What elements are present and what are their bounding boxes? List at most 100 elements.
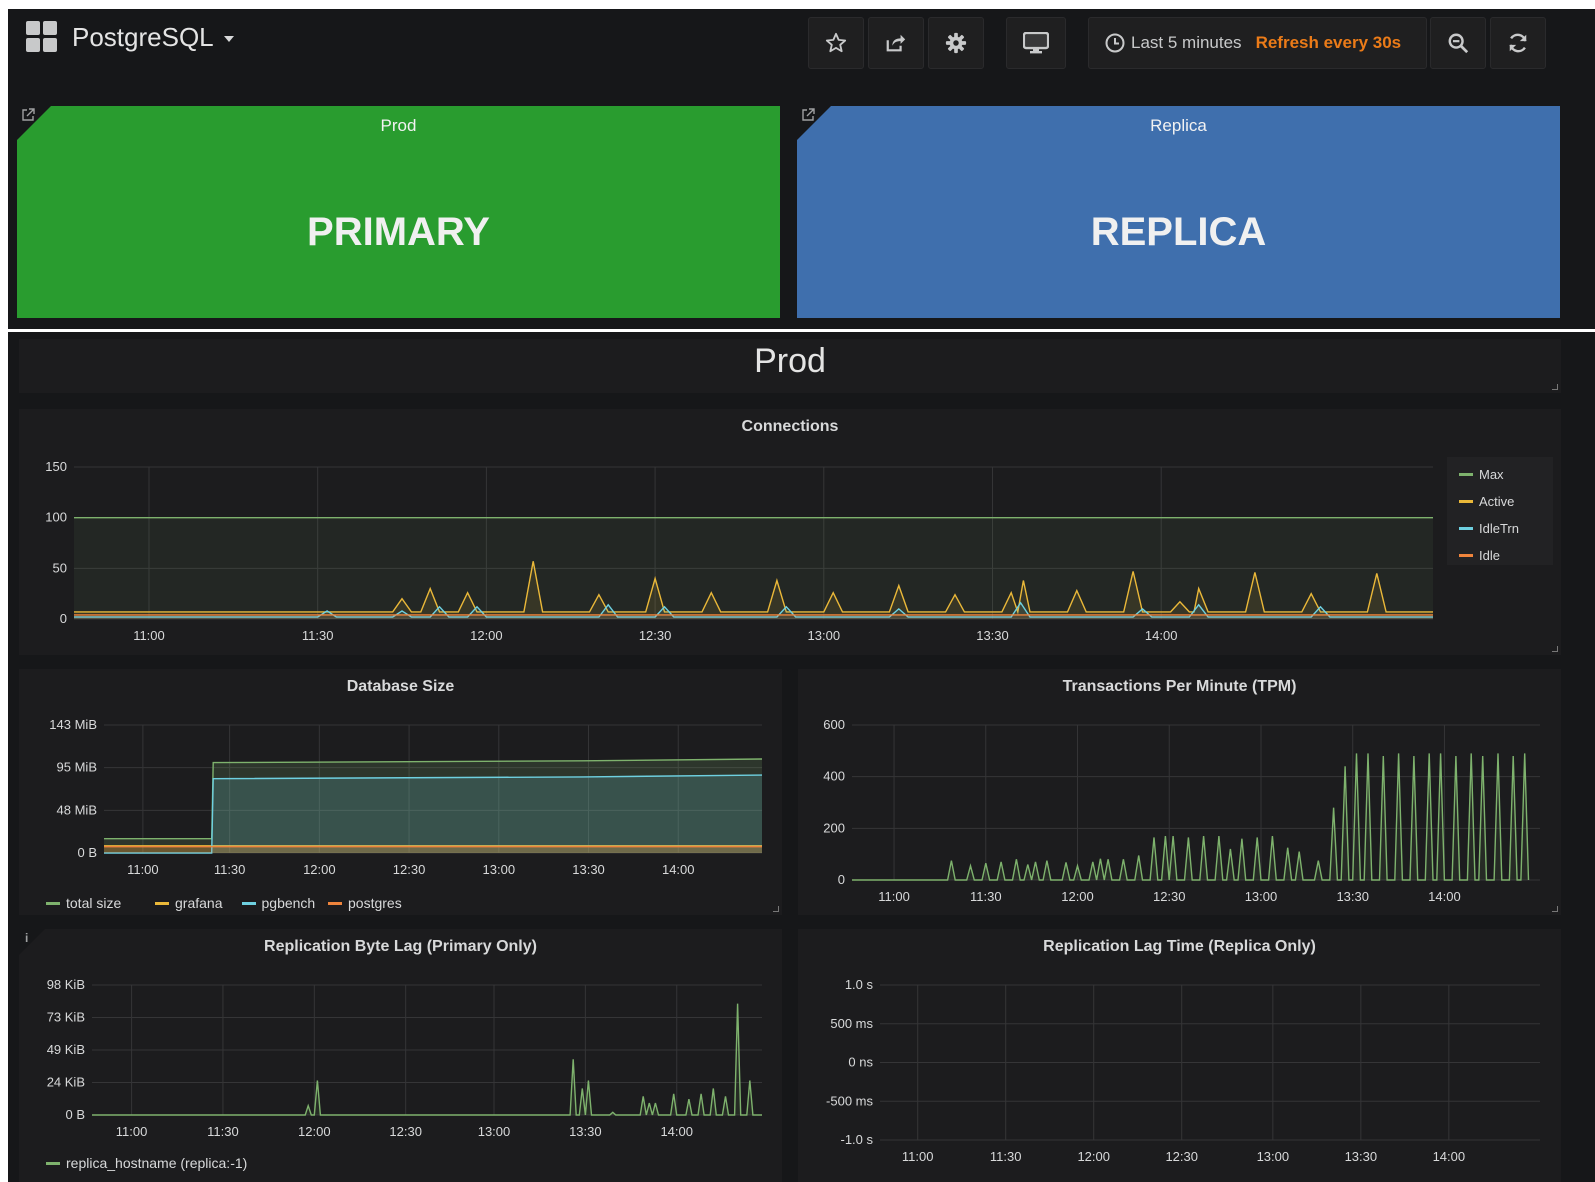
refresh-button[interactable] xyxy=(1490,17,1546,69)
panel-connections[interactable]: Connections 0 50 100 150 11:00 11:30 12:00 12:3… xyxy=(19,409,1561,655)
navbar: PostgreSQL Last 5 minutes Refresh every … xyxy=(8,9,1595,87)
x-tick-label: 13:30 xyxy=(1345,1149,1378,1164)
y-tick-label: 150 xyxy=(45,459,67,474)
x-tick-label: 11:00 xyxy=(116,1124,148,1139)
legend: Max Active IdleTrn Idle xyxy=(1447,457,1553,565)
x-tick-label: 13:00 xyxy=(808,628,841,643)
series-area xyxy=(74,517,1433,619)
legend-item[interactable]: Max xyxy=(1459,467,1504,482)
legend-item[interactable]: IdleTrn xyxy=(1459,521,1519,536)
monitor-icon xyxy=(1023,32,1049,54)
y-tick-label: 0 ns xyxy=(848,1055,873,1070)
y-tick-label: 143 MiB xyxy=(49,717,97,732)
x-tick-label: 14:00 xyxy=(662,862,695,877)
stat-panel-replica[interactable]: Replica REPLICA xyxy=(797,106,1560,318)
zoom-out-button[interactable] xyxy=(1430,17,1486,69)
legend-label: total size xyxy=(66,895,122,911)
series-area xyxy=(92,1003,762,1115)
series-line xyxy=(92,1003,762,1116)
y-tick-label: 400 xyxy=(823,769,845,784)
y-tick-label: 73 KiB xyxy=(47,1010,85,1025)
replication-lag-time-chart: -1.0 s -500 ms 0 ns 500 ms 1.0 s 11:00 11:30 12… xyxy=(826,977,1540,1164)
x-tick-label: 13:00 xyxy=(478,1124,511,1139)
database-size-chart: 0 B 48 MiB 95 MiB 143 MiB 11:00 11:30 12:00 12:… xyxy=(49,717,763,877)
dashboard-title: PostgreSQL xyxy=(72,21,214,52)
x-tick-label: 14:00 xyxy=(1433,1149,1466,1164)
x-tick-label: 12:00 xyxy=(303,862,336,877)
dashboard-picker[interactable]: PostgreSQL xyxy=(26,21,234,53)
legend-item[interactable]: grafana xyxy=(155,895,222,911)
x-tick-label: 12:00 xyxy=(1077,1149,1110,1164)
resize-handle[interactable] xyxy=(773,906,779,912)
panel-tpm[interactable]: Transactions Per Minute (TPM) 0 200 400 600… xyxy=(798,669,1561,915)
x-tick-label: 12:30 xyxy=(1153,889,1186,904)
tpm-chart: 0 200 400 600 11:00 11:30 12:00 12:30 13:00 13:30… xyxy=(823,717,1540,904)
x-tick-label: 13:30 xyxy=(976,628,1009,643)
x-tick-label: 12:30 xyxy=(389,1124,422,1139)
connections-chart: 0 50 100 150 11:00 11:30 12:00 12:30 13:00 13:30 1… xyxy=(45,459,1433,643)
stat-value: REPLICA xyxy=(1090,210,1267,254)
time-picker[interactable]: Last 5 minutes Refresh every 30s xyxy=(1088,17,1427,69)
row-divider xyxy=(8,329,1595,332)
y-tick-label: 0 xyxy=(60,611,67,626)
legend-item[interactable]: pgbench xyxy=(241,895,316,911)
tv-mode-button[interactable] xyxy=(1006,17,1066,69)
x-tick-label: 11:30 xyxy=(970,889,1002,904)
y-tick-label: -500 ms xyxy=(826,1093,873,1108)
x-tick-label: 14:00 xyxy=(1428,889,1461,904)
clock-icon xyxy=(1105,33,1125,53)
row-title: Prod xyxy=(754,342,826,380)
legend-label: postgres xyxy=(348,895,402,911)
y-tick-label: 48 MiB xyxy=(57,802,97,817)
x-tick-label: 11:00 xyxy=(127,862,159,877)
x-tick-label: 13:30 xyxy=(572,862,605,877)
share-button[interactable] xyxy=(868,17,924,69)
resize-handle[interactable] xyxy=(1552,906,1558,912)
panel-title: Prod xyxy=(380,116,417,135)
refresh-icon xyxy=(1509,33,1527,53)
y-tick-label: 49 KiB xyxy=(47,1042,85,1057)
legend-label: Max xyxy=(1479,467,1504,482)
dashboard: PostgreSQL Last 5 minutes Refresh every … xyxy=(8,9,1595,1182)
stat-panel-prod[interactable]: Prod PRIMARY xyxy=(17,106,780,318)
y-tick-label: -1.0 s xyxy=(840,1132,873,1147)
x-tick-label: 13:00 xyxy=(1245,889,1278,904)
x-tick-label: 12:00 xyxy=(470,628,503,643)
legend-label: pgbench xyxy=(261,895,316,911)
y-tick-label: 100 xyxy=(45,510,67,525)
panel-replication-byte-lag[interactable]: i Replication Byte Lag (Primary Only) 0 … xyxy=(19,929,782,1182)
y-tick-label: 200 xyxy=(823,820,845,835)
y-tick-label: 24 KiB xyxy=(47,1075,85,1090)
legend-item[interactable]: Idle xyxy=(1459,548,1500,563)
zoom-out-icon xyxy=(1448,33,1469,54)
legend-item[interactable]: Active xyxy=(1459,494,1514,509)
y-tick-label: 50 xyxy=(53,560,67,575)
y-tick-label: 95 MiB xyxy=(57,760,97,775)
legend-label: replica_hostname (replica:-1) xyxy=(66,1155,248,1171)
resize-handle[interactable] xyxy=(1552,384,1558,390)
x-tick-label: 12:30 xyxy=(393,862,426,877)
x-tick-label: 13:30 xyxy=(1336,889,1369,904)
star-icon xyxy=(825,32,847,53)
legend-item[interactable]: postgres xyxy=(328,895,402,911)
replication-byte-lag-chart: 0 B 24 KiB 49 KiB 73 KiB 98 KiB 11:00 11:30 12:… xyxy=(47,977,762,1139)
x-tick-label: 11:00 xyxy=(878,889,910,904)
y-tick-label: 0 B xyxy=(65,1107,85,1122)
share-icon xyxy=(886,34,906,52)
resize-handle[interactable] xyxy=(1552,646,1558,652)
panel-replication-lag-time[interactable]: Replication Lag Time (Replica Only) -1.0… xyxy=(798,929,1561,1182)
x-tick-label: 13:00 xyxy=(483,862,516,877)
panel-title: Replica xyxy=(1150,116,1207,135)
x-tick-label: 11:00 xyxy=(902,1149,934,1164)
legend-item[interactable]: replica_hostname (replica:-1) xyxy=(46,1155,247,1171)
x-tick-label: 11:00 xyxy=(133,628,165,643)
y-tick-label: 600 xyxy=(823,717,845,732)
x-tick-label: 14:00 xyxy=(1145,628,1178,643)
settings-button[interactable] xyxy=(928,17,984,69)
star-button[interactable] xyxy=(808,17,864,69)
x-tick-label: 13:30 xyxy=(569,1124,602,1139)
x-tick-label: 11:30 xyxy=(214,862,246,877)
time-range-label: Last 5 minutes xyxy=(1131,33,1242,52)
legend-item[interactable]: total size xyxy=(46,895,121,911)
panel-database-size[interactable]: Database Size 0 B 48 MiB 95 MiB 143 MiB 11:0… xyxy=(19,669,782,915)
